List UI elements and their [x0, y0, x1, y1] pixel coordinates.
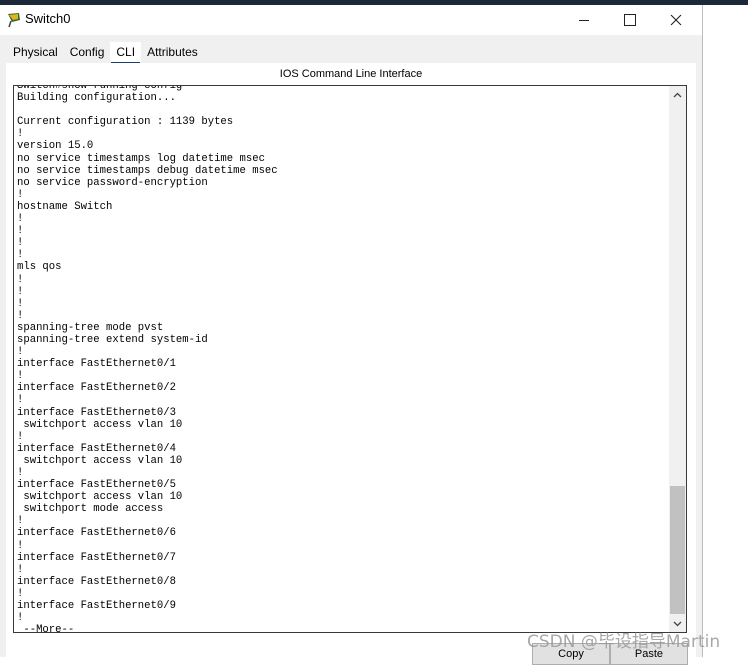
maximize-button[interactable]: [607, 5, 653, 35]
tab-config[interactable]: Config: [64, 42, 111, 62]
chevron-down-icon: [673, 621, 682, 626]
packet-tracer-icon: [8, 13, 20, 28]
tab-attributes[interactable]: Attributes: [141, 42, 204, 62]
cli-output[interactable]: Switch#show running-config Building conf…: [17, 86, 278, 632]
scroll-up-button[interactable]: [669, 86, 686, 103]
close-button[interactable]: [653, 5, 699, 35]
window-title: Switch0: [25, 11, 71, 26]
cli-panel: IOS Command Line Interface Switch#show r…: [6, 63, 696, 665]
title-bar[interactable]: Switch0: [0, 5, 702, 35]
desktop-background: [703, 5, 748, 657]
switch-window: Switch0 Physical Config CLI Attributes I…: [0, 5, 703, 665]
minimize-icon: [579, 19, 589, 21]
tab-label: Physical: [13, 45, 58, 59]
cli-console[interactable]: Switch#show running-config Building conf…: [13, 85, 687, 633]
console-scrollbar[interactable]: [669, 86, 686, 632]
scroll-thumb[interactable]: [670, 486, 685, 614]
tab-cli[interactable]: CLI: [110, 42, 142, 64]
tab-label: Attributes: [147, 45, 198, 59]
chevron-up-icon: [673, 92, 682, 97]
minimize-button[interactable]: [561, 5, 607, 35]
maximize-icon: [624, 14, 636, 26]
tab-label: Config: [69, 45, 105, 59]
watermark: CSDN @毕设指导Martin: [527, 632, 721, 652]
cli-heading: IOS Command Line Interface: [279, 68, 423, 80]
close-icon: [670, 14, 682, 26]
tab-label: CLI: [116, 45, 136, 59]
tab-physical[interactable]: Physical: [7, 42, 64, 62]
tab-bar: Physical Config CLI Attributes: [7, 42, 204, 64]
